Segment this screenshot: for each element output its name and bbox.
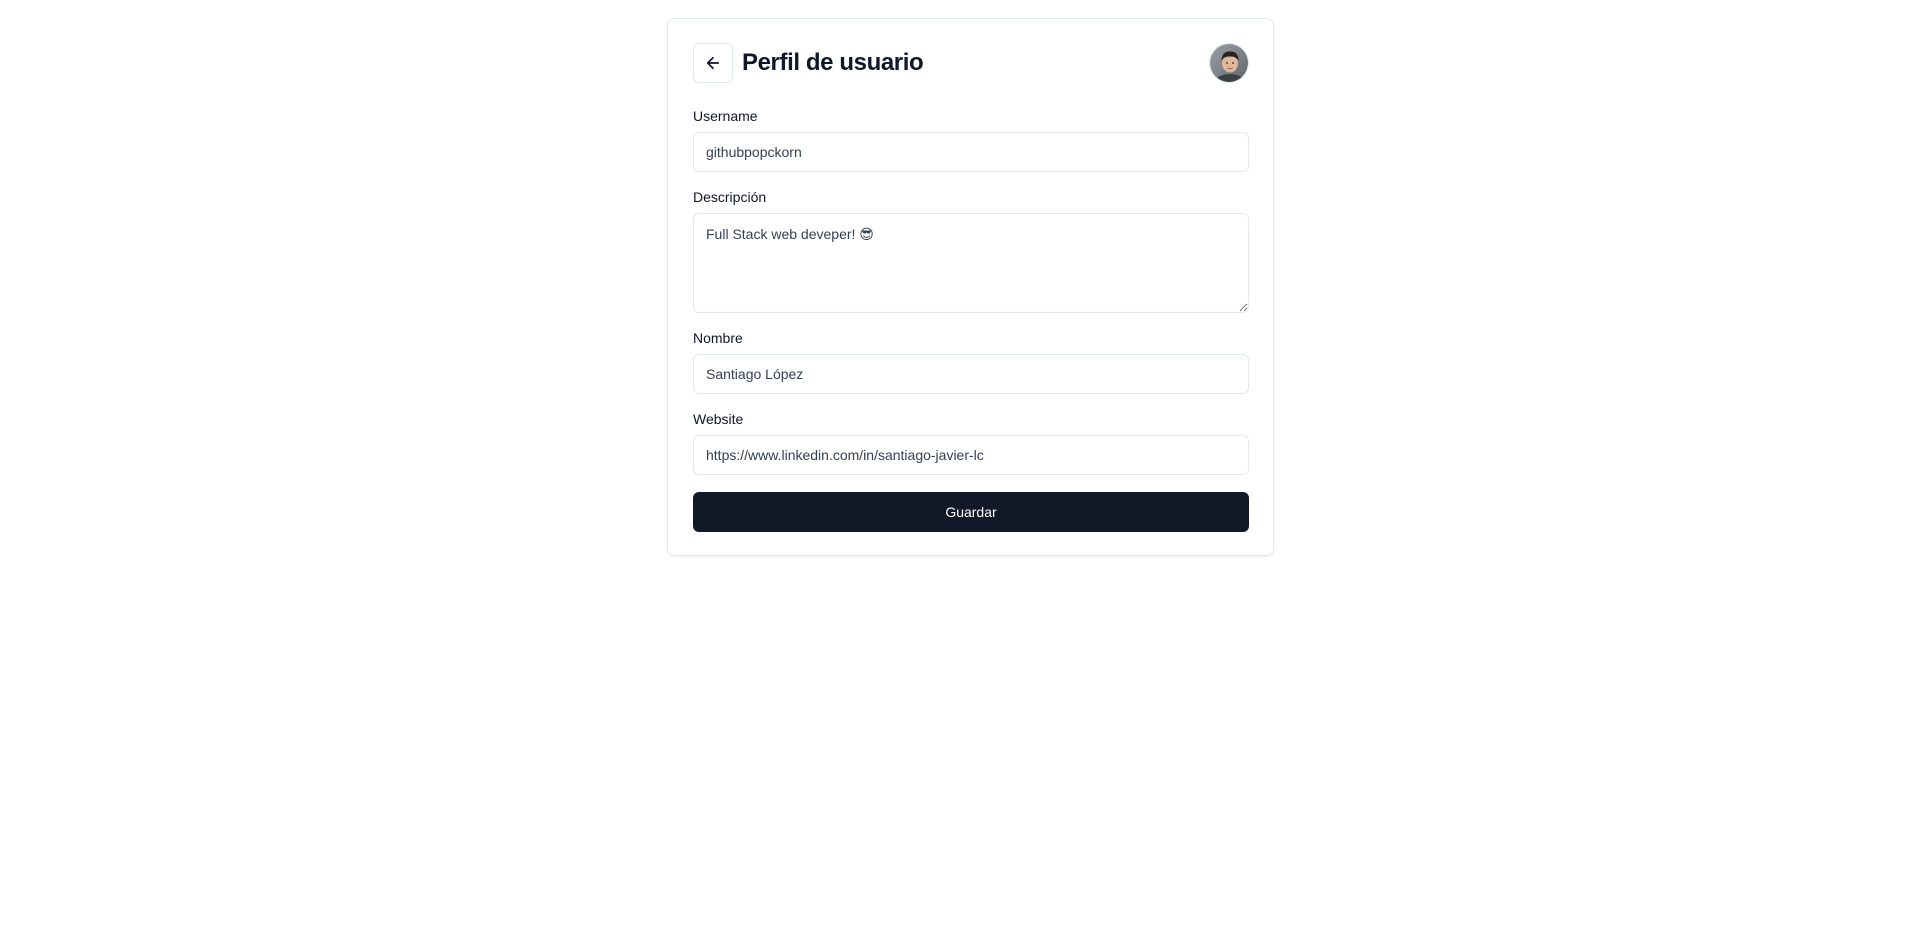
website-label: Website: [693, 411, 744, 427]
header-left: Perfil de usuario: [693, 43, 924, 83]
back-button[interactable]: [693, 43, 733, 83]
page-title: Perfil de usuario: [742, 49, 924, 76]
username-label: Username: [693, 108, 758, 124]
description-label: Descripción: [693, 189, 767, 205]
name-input[interactable]: [693, 354, 1249, 394]
website-input[interactable]: [693, 435, 1249, 475]
username-input[interactable]: [693, 132, 1249, 172]
name-label: Nombre: [693, 330, 743, 346]
profile-card: Perfil de usuario Username githubpopckor…: [667, 18, 1274, 556]
avatar[interactable]: [1209, 43, 1249, 83]
save-button[interactable]: Guardar: [693, 492, 1249, 532]
name-field: Nombre: [693, 330, 1249, 394]
arrow-left-icon: [706, 56, 720, 70]
description-field: Descripción Full Stack web deveper! 😎: [693, 189, 1249, 313]
profile-header: Perfil de usuario: [693, 43, 1249, 83]
description-textarea[interactable]: Full Stack web deveper! 😎: [693, 213, 1249, 313]
username-field: Username: [693, 108, 1249, 172]
user-photo-icon: [1210, 44, 1248, 82]
website-field: Website: [693, 411, 1249, 475]
